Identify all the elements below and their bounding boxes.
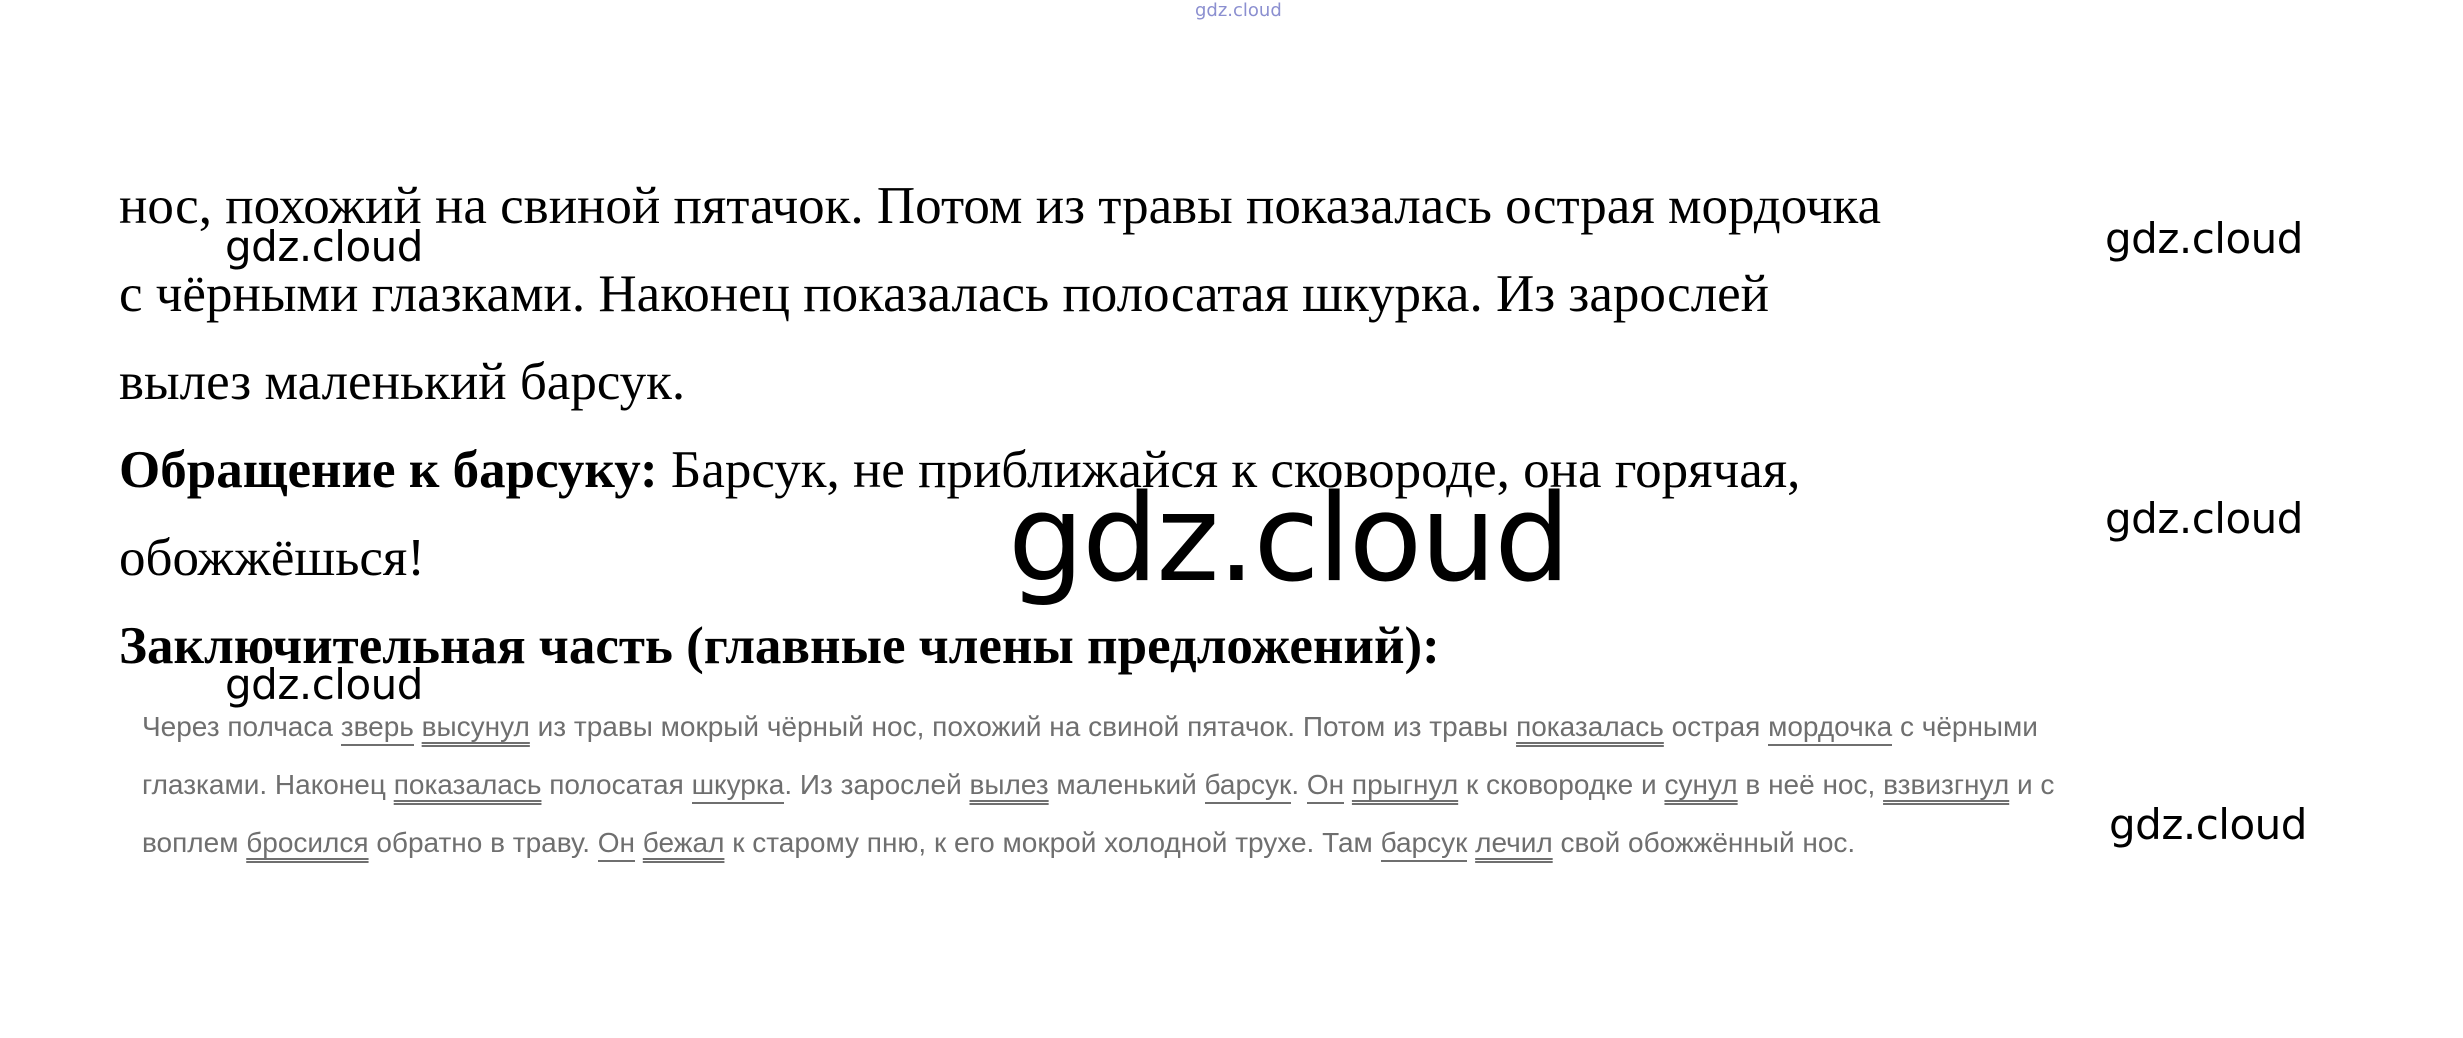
watermark: gdz.cloud (225, 222, 423, 271)
text-segment: в неё нос, (1737, 769, 1884, 800)
text-segment: свой обожжённый нос. (1552, 827, 1856, 858)
text-segment (414, 711, 422, 742)
predicate-word: сунул (1664, 769, 1738, 800)
text-segment (1344, 769, 1352, 800)
text-segment: к старому пню, к его мокрой холодной тру… (724, 827, 1381, 858)
quote-line: глазками. Наконец показалась полосатая ш… (142, 756, 2382, 814)
text-segment (1467, 827, 1475, 858)
text-segment: с чёрными (1892, 711, 2038, 742)
watermark-large: gdz.cloud (1008, 470, 1570, 609)
text-segment: маленький (1048, 769, 1205, 800)
subject-word: зверь (340, 711, 414, 746)
text-segment: к сковородке и (1458, 769, 1665, 800)
text-segment: . Из зарослей (784, 769, 970, 800)
watermark: gdz.cloud (225, 660, 423, 709)
document-body: нос, похожий на свиной пятачок. Потом из… (119, 162, 2219, 690)
predicate-word: высунул (421, 711, 530, 742)
predicate-word: взвизгнул (1883, 769, 2010, 800)
subject-word: мордочка (1768, 711, 1893, 746)
text-segment: полосатая (541, 769, 692, 800)
text-segment: из травы мокрый чёрный нос, похожий на с… (529, 711, 1517, 742)
text-segment: . (1291, 769, 1307, 800)
subject-word: шкурка (691, 769, 785, 804)
watermark: gdz.cloud (2105, 494, 2303, 543)
text-line: с чёрными глазками. Наконец показалась п… (119, 265, 1770, 323)
predicate-word: лечил (1475, 827, 1553, 858)
text-segment: обратно в траву. (368, 827, 598, 858)
watermark: gdz.cloud (2105, 214, 2303, 263)
predicate-word: бежал (642, 827, 725, 858)
quote-line: Через полчаса зверь высунул из травы мок… (142, 698, 2382, 756)
text-segment: глазками. Наконец (142, 769, 394, 800)
subject-word: барсук (1380, 827, 1468, 862)
top-watermark: gdz.cloud (1195, 0, 1282, 21)
quote-line: воплем бросился обратно в траву. Он бежа… (142, 814, 2382, 872)
section-heading: Заключительная часть (главные члены пред… (119, 602, 2219, 690)
address-label: Обращение к барсуку: (119, 441, 658, 499)
text-line: вылез маленький барсук. (119, 353, 686, 411)
predicate-word: бросился (246, 827, 369, 858)
watermark: gdz.cloud (2105, 800, 2307, 850)
predicate-word: вылез (969, 769, 1049, 800)
subject-word: Он (597, 827, 636, 862)
text-segment: Через полчаса (142, 711, 341, 742)
analyzed-text-block: Через полчаса зверь высунул из травы мок… (142, 698, 2382, 872)
subject-word: барсук (1204, 769, 1292, 804)
text-segment: острая (1663, 711, 1769, 742)
predicate-word: показалась (393, 769, 542, 800)
subject-word: Он (1306, 769, 1345, 804)
text-segment (635, 827, 643, 858)
text-line: нос, похожий на свиной пятачок. Потом из… (119, 177, 1882, 235)
text-segment: и с (2009, 769, 2055, 800)
predicate-word: прыгнул (1351, 769, 1459, 800)
predicate-word: показалась (1516, 711, 1664, 742)
text-segment: воплем (142, 827, 247, 858)
